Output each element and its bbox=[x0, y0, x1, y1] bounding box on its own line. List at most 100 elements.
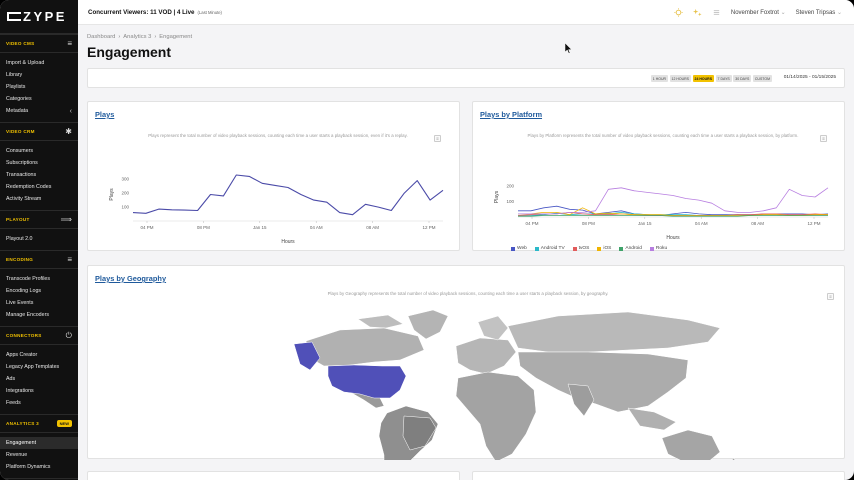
sidebar-item-feeds[interactable]: Feeds bbox=[0, 397, 78, 409]
sparkle-icon[interactable] bbox=[692, 8, 702, 17]
sidebar-item-transactions[interactable]: Transactions bbox=[0, 169, 78, 181]
map-region-europe bbox=[455, 337, 517, 375]
sidebar-item-label: Categories bbox=[6, 96, 32, 102]
sidebar-item-label: Playout 2.0 bbox=[6, 236, 33, 242]
map-region-new-zealand bbox=[731, 457, 736, 460]
legend-swatch bbox=[511, 246, 515, 251]
sidebar-item-label: Feeds bbox=[6, 400, 21, 406]
legend-swatch bbox=[597, 246, 602, 251]
sidebar-item-engagement[interactable]: Engagement bbox=[0, 437, 78, 449]
time-range-buttons: 1 HOUR 12 HOURS 24 HOURS 7 DAYS 30 DAYS CUSTO… bbox=[650, 75, 772, 82]
sidebar-item-label: Live Events bbox=[6, 300, 34, 306]
playout-icon[interactable]: ⟹ bbox=[61, 215, 72, 224]
sidebar-item-transcode-profiles[interactable]: Transcode Profiles bbox=[0, 273, 78, 285]
sidebar-item-label: Transcode Profiles bbox=[6, 276, 50, 282]
legend-label: Android bbox=[625, 246, 642, 251]
hamburger-icon[interactable]: ≡ bbox=[67, 255, 72, 264]
legend-item[interactable]: iOS bbox=[597, 246, 611, 251]
platform-legend: Web Android TV tvOS iOS Android Roku bbox=[511, 246, 667, 251]
bottom-card-left bbox=[87, 471, 460, 480]
legend-item[interactable]: Android bbox=[619, 246, 642, 251]
range-button-7-days[interactable]: 7 DAYS bbox=[715, 75, 732, 82]
sidebar-item-library[interactable]: Library bbox=[0, 69, 78, 81]
sidebar-item-list: Apps Creator Legacy App Templates Ads Integ… bbox=[0, 345, 78, 414]
sidebar-item-integrations[interactable]: Integrations bbox=[0, 385, 78, 397]
sidebar-item-live-events[interactable]: Live Events bbox=[0, 297, 78, 309]
legend-item[interactable]: Web bbox=[511, 246, 527, 251]
x-tick-label: 08 PM bbox=[582, 221, 595, 226]
sidebar-section-title: CONNECTORS bbox=[6, 333, 42, 338]
sidebar-item-ads[interactable]: Ads bbox=[0, 373, 78, 385]
sidebar-item-playout-2-0[interactable]: Playout 2.0 bbox=[0, 233, 78, 245]
y-axis-title: Plays bbox=[109, 188, 115, 201]
sidebar-section-header[interactable]: VIDEO CRM ✱ bbox=[0, 122, 78, 141]
sidebar-section-header[interactable]: VIDEO CMS ≡ bbox=[0, 34, 78, 53]
sidebar-item-activity-stream[interactable]: Activity Stream bbox=[0, 193, 78, 205]
app-window: ZYPE VIDEO CMS ≡ Import & Upload Library Pla… bbox=[0, 0, 854, 480]
list-icon[interactable] bbox=[712, 8, 721, 17]
legend-item[interactable]: tvOS bbox=[572, 246, 589, 251]
sidebar-item-metadata[interactable]: Metadata ‹ bbox=[0, 105, 78, 117]
sidebar-item-redemption-codes[interactable]: Redemption Codes bbox=[0, 181, 78, 193]
range-button-1-hour[interactable]: 1 HOUR bbox=[650, 75, 669, 82]
top-right-controls: November Foxtrot ⌄ Steven Tripsas ⌄ bbox=[674, 0, 842, 25]
sidebar: ZYPE VIDEO CMS ≡ Import & Upload Library Pla… bbox=[0, 0, 78, 480]
sidebar-item-encoding-logs[interactable]: Encoding Logs bbox=[0, 285, 78, 297]
sidebar-item-apps-creator[interactable]: Apps Creator bbox=[0, 349, 78, 361]
map-region-scandinavia bbox=[477, 315, 509, 341]
user-menu[interactable]: Steven Tripsas ⌄ bbox=[796, 9, 842, 16]
sidebar-sections: VIDEO CMS ≡ Import & Upload Library Playlist… bbox=[0, 34, 78, 480]
range-button-custom[interactable]: CUSTOM bbox=[752, 75, 772, 82]
sidebar-item-label: Apps Creator bbox=[6, 352, 38, 358]
y-axis-title: Plays bbox=[494, 190, 500, 203]
sidebar-item-label: Revenue bbox=[6, 452, 28, 458]
logo-mark-icon bbox=[7, 12, 21, 21]
series-line-roku bbox=[518, 187, 829, 215]
sidebar-item-revenue[interactable]: Revenue bbox=[0, 449, 78, 461]
x-tick-label: 08 AM bbox=[366, 225, 379, 230]
sidebar-item-label: Subscriptions bbox=[6, 160, 38, 166]
x-tick-label: 04 AM bbox=[310, 225, 323, 230]
sidebar-item-categories[interactable]: Categories bbox=[0, 93, 78, 105]
sun-icon[interactable] bbox=[674, 8, 683, 17]
zype-logo[interactable]: ZYPE bbox=[0, 0, 78, 34]
range-button-12-hours[interactable]: 12 HOURS bbox=[669, 75, 692, 82]
mouse-cursor-icon bbox=[565, 43, 573, 54]
power-icon[interactable]: ⏻ bbox=[66, 331, 72, 340]
sidebar-section-header[interactable]: PLAYOUT ⟹ bbox=[0, 210, 78, 229]
range-button-24-hours[interactable]: 24 HOURS bbox=[692, 75, 715, 82]
breadcrumb-analytics[interactable]: Analytics 3 bbox=[123, 34, 151, 40]
sidebar-item-playlists[interactable]: Playlists bbox=[0, 81, 78, 93]
sidebar-item-manage-encoders[interactable]: Manage Encoders bbox=[0, 309, 78, 321]
sidebar-item-label: Engagement bbox=[6, 440, 37, 446]
sidebar-item-consumers[interactable]: Consumers bbox=[0, 145, 78, 157]
page-title: Engagement bbox=[87, 44, 172, 60]
breadcrumb-dashboard[interactable]: Dashboard bbox=[87, 34, 115, 40]
sidebar-item-import-upload[interactable]: Import & Upload bbox=[0, 57, 78, 69]
legend-label: Web bbox=[517, 246, 527, 251]
map-region-canada bbox=[305, 327, 425, 367]
sidebar-section-header[interactable]: ANALYTICS 3 NEW bbox=[0, 414, 78, 433]
sidebar-item-platform-dynamics[interactable]: Platform Dynamics bbox=[0, 461, 78, 473]
sidebar-section-header[interactable]: ENCODING ≡ bbox=[0, 250, 78, 269]
legend-item[interactable]: Roku bbox=[649, 246, 667, 251]
x-tick-label: 04 PM bbox=[140, 225, 153, 230]
sidebar-item-legacy-app-templates[interactable]: Legacy App Templates bbox=[0, 361, 78, 373]
legend-item[interactable]: Android TV bbox=[534, 246, 565, 251]
y-tick-label: 300 bbox=[121, 177, 129, 182]
date-range-picker[interactable]: 01/14/2025 - 01/15/2025 bbox=[784, 75, 836, 80]
y-tick-label: 200 bbox=[506, 184, 514, 189]
sidebar-badge: NEW bbox=[56, 420, 72, 427]
legend-swatch bbox=[572, 246, 577, 251]
range-button-30-days[interactable]: 30 DAYS bbox=[733, 75, 752, 82]
hamburger-icon[interactable]: ≡ bbox=[67, 39, 72, 48]
map-region-russia bbox=[507, 311, 721, 353]
sidebar-item-label: Legacy App Templates bbox=[6, 364, 60, 370]
org-selector[interactable]: November Foxtrot ⌄ bbox=[731, 9, 786, 16]
x-tick-label: Jan 15 bbox=[638, 221, 652, 226]
sidebar-item-subscriptions[interactable]: Subscriptions bbox=[0, 157, 78, 169]
asterisk-icon[interactable]: ✱ bbox=[65, 127, 72, 136]
map-region-australia bbox=[661, 429, 721, 460]
sidebar-item-list: Transcode Profiles Encoding Logs Live Even… bbox=[0, 269, 78, 326]
sidebar-section-header[interactable]: CONNECTORS ⏻ bbox=[0, 326, 78, 345]
